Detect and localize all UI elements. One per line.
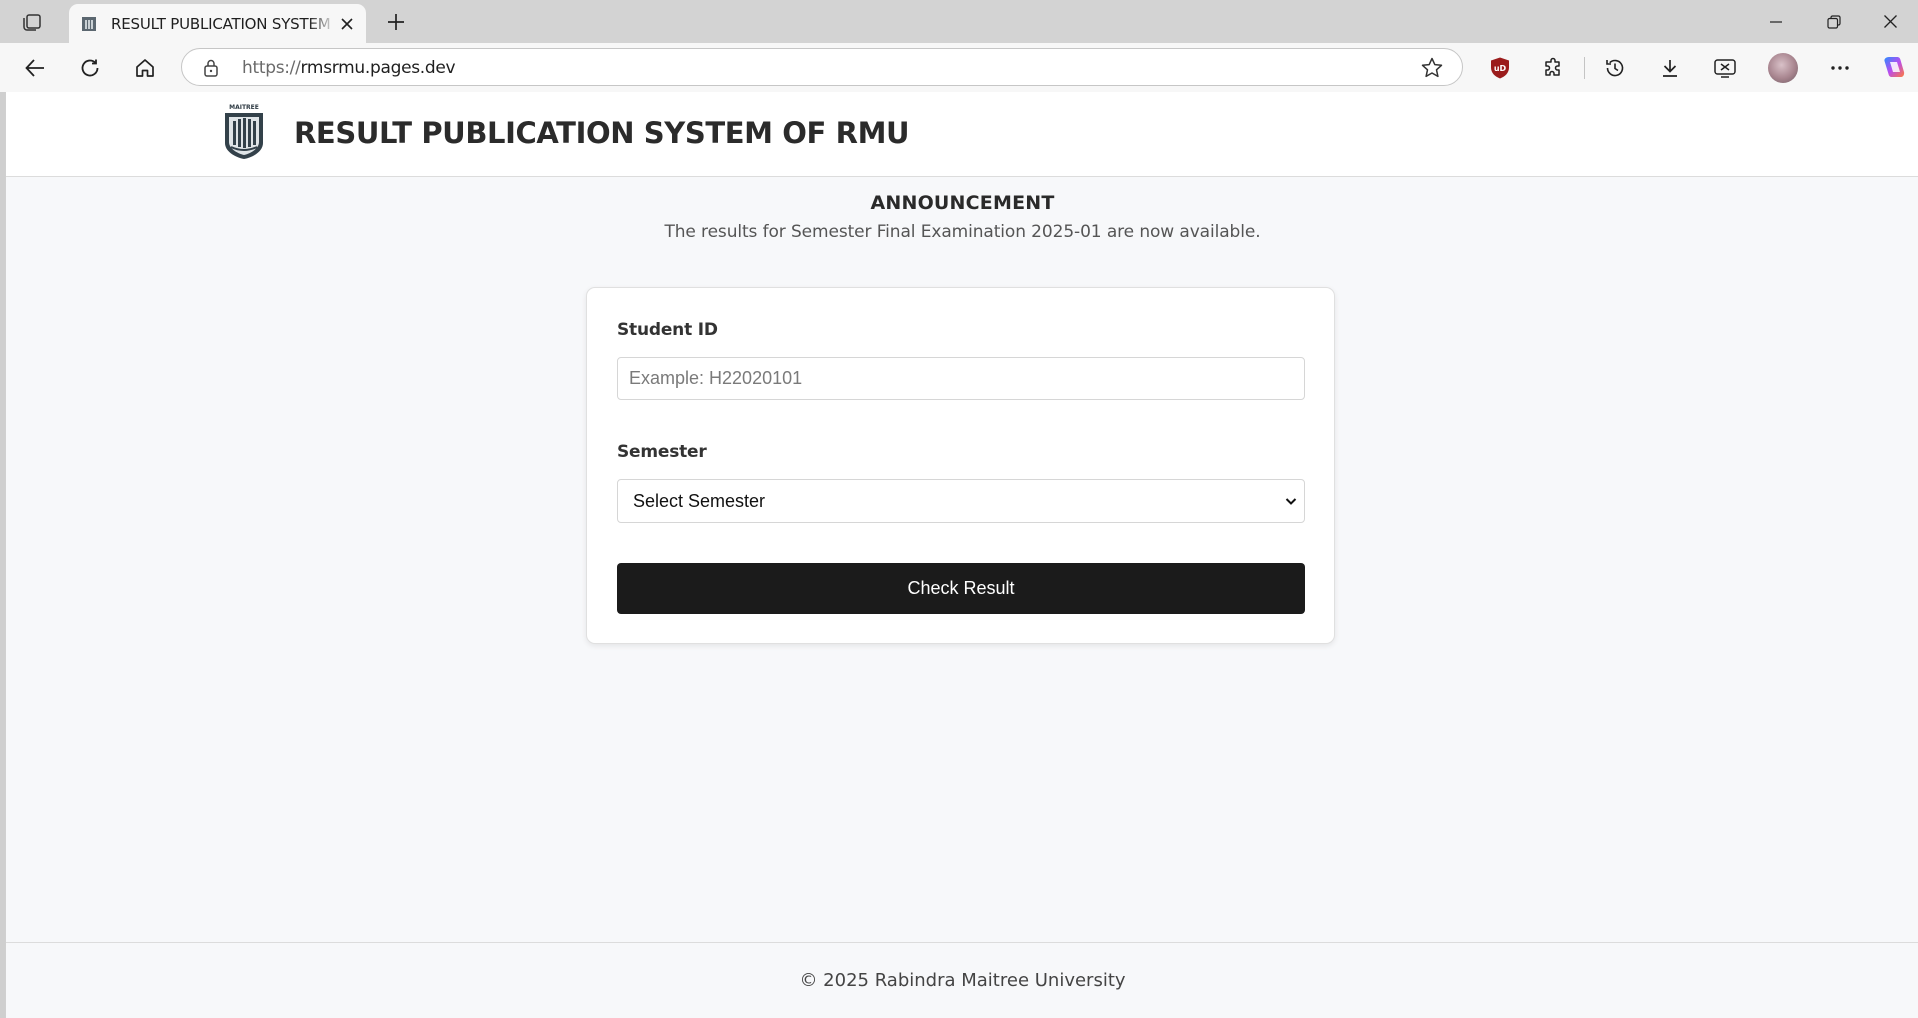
screenshot-icon: [1714, 59, 1736, 78]
refresh-button[interactable]: [73, 51, 107, 85]
site-title: RESULT PUBLICATION SYSTEM OF RMU: [294, 116, 910, 150]
copilot-button[interactable]: [1877, 51, 1911, 85]
semester-select-value: Select Semester: [633, 491, 766, 511]
tab-actions-button[interactable]: [14, 8, 50, 36]
history-icon: [1606, 59, 1624, 77]
tab-actions-icon: [23, 14, 41, 31]
svg-text:uD: uD: [1494, 64, 1507, 73]
browser-toolbar: https://rmsrmu.pages.dev uD: [0, 43, 1918, 92]
url-scheme: https://: [242, 58, 301, 78]
home-button[interactable]: [128, 51, 162, 85]
student-id-label: Student ID: [617, 320, 718, 340]
refresh-icon: [81, 59, 99, 77]
svg-text:MAITREE: MAITREE: [229, 104, 259, 111]
close-window-button[interactable]: [1862, 0, 1918, 43]
minimize-icon: [1770, 20, 1782, 23]
profile-avatar[interactable]: [1768, 53, 1798, 83]
toolbar-separator: [1584, 57, 1585, 79]
student-id-input[interactable]: [617, 357, 1305, 400]
tab-strip: RESULT PUBLICATION SYSTEM - R: [0, 0, 1918, 43]
close-icon: [341, 18, 353, 30]
browser-tab[interactable]: RESULT PUBLICATION SYSTEM - R: [69, 4, 366, 43]
more-icon: [1831, 66, 1849, 70]
restore-button[interactable]: [1806, 0, 1862, 43]
history-button[interactable]: [1598, 51, 1632, 85]
back-icon: [25, 59, 44, 77]
semester-select[interactable]: Select Semester: [617, 479, 1305, 523]
ublock-extension-button[interactable]: uD: [1483, 51, 1517, 85]
back-button[interactable]: [18, 51, 52, 85]
page-viewport: MAITREE RESULT PUBLICATION SYSTEM OF RMU…: [5, 92, 1918, 1018]
site-favicon-icon: [82, 16, 96, 31]
footer-copyright: © 2025 Rabindra Maitree University: [799, 970, 1126, 991]
lock-icon: [204, 59, 218, 77]
screenshot-button[interactable]: [1708, 51, 1742, 85]
restore-icon: [1827, 14, 1841, 29]
extensions-icon: [1545, 57, 1560, 76]
downloads-button[interactable]: [1653, 51, 1687, 85]
close-window-icon: [1883, 15, 1897, 28]
download-icon: [1663, 60, 1677, 77]
university-logo: MAITREE: [225, 104, 263, 159]
ublock-icon: uD: [1491, 57, 1509, 79]
home-icon: [136, 59, 154, 77]
result-form-card: Student ID Semester Select Semester Chec…: [586, 287, 1335, 644]
extensions-button[interactable]: [1537, 51, 1571, 85]
site-header: MAITREE RESULT PUBLICATION SYSTEM OF RMU: [6, 92, 1918, 177]
star-icon[interactable]: [1420, 56, 1444, 80]
url-host: rmsrmu.pages.dev: [300, 58, 456, 78]
address-bar[interactable]: https://rmsrmu.pages.dev: [181, 48, 1463, 86]
minimize-button[interactable]: [1748, 0, 1804, 43]
site-footer: © 2025 Rabindra Maitree University: [6, 942, 1918, 1018]
tab-title: RESULT PUBLICATION SYSTEM - R: [111, 14, 336, 33]
new-tab-button[interactable]: [380, 6, 412, 38]
announcement-title: ANNOUNCEMENT: [870, 192, 1055, 214]
copilot-icon: [1884, 57, 1905, 77]
plus-icon: [388, 14, 404, 30]
announcement-text: The results for Semester Final Examinati…: [664, 222, 1261, 242]
check-result-button[interactable]: Check Result: [617, 563, 1305, 614]
more-menu-button[interactable]: [1823, 51, 1857, 85]
semester-label: Semester: [617, 442, 707, 462]
address-url: https://rmsrmu.pages.dev: [242, 58, 456, 78]
tab-close-button[interactable]: [336, 13, 358, 35]
chevron-down-icon: [1285, 498, 1297, 505]
